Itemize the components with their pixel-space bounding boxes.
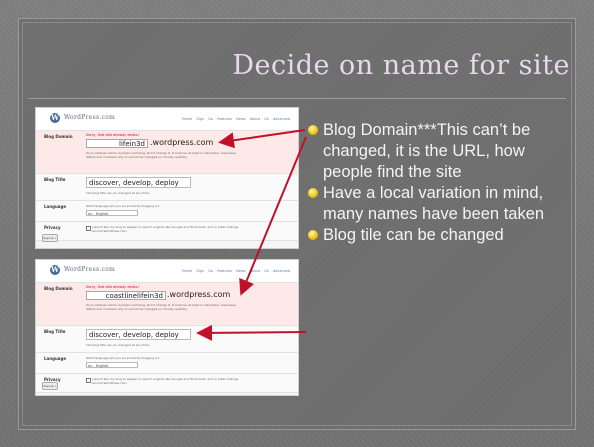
language-label: Language: [44, 204, 67, 209]
blog-title-input[interactable]: discover, develop, deploy: [86, 329, 191, 340]
blog-domain-label: Blog Domain: [44, 134, 73, 139]
privacy-help-text: I would like my blog to appear in search…: [92, 225, 239, 233]
title-divider: [28, 98, 566, 99]
language-select[interactable]: en - English: [86, 210, 138, 216]
signup-screenshot-1: W WordPress.com Home Sign Up Features Ne…: [36, 108, 298, 248]
bullet-dot-icon: [308, 188, 318, 198]
wordpress-logo-icon: W: [50, 113, 60, 123]
wp-header: W WordPress.com Home Sign Up Features Ne…: [36, 260, 298, 283]
blog-title-label: Blog Title: [44, 177, 66, 182]
privacy-checkbox[interactable]: [86, 378, 91, 383]
language-row: Language What language will you be prima…: [36, 201, 298, 222]
domain-help-text: Once address will be domains and blog. D…: [86, 303, 236, 311]
privacy-help-text: I would like my blog to appear in search…: [92, 377, 239, 385]
wp-nav[interactable]: Home Sign Up Features News About Us Adva…: [182, 117, 290, 121]
wp-logo-text: WordPress.com: [64, 114, 116, 121]
bullet-text: Blog Domain***This can’t be changed, it …: [323, 121, 531, 181]
blog-domain-row: Blog Domain Sorry, that site already exi…: [36, 283, 298, 326]
signup-button[interactable]: Signup »: [42, 234, 58, 242]
domain-input[interactable]: lifein3d: [86, 139, 148, 148]
title-help-text: The blog title can be changed at any tim…: [86, 191, 150, 195]
blog-title-row: Blog Title discover, develop, deploy The…: [36, 326, 298, 353]
blog-domain-row: Blog Domain Sorry, that site already exi…: [36, 131, 298, 174]
bullet-list: Blog Domain***This can’t be changed, it …: [307, 120, 569, 246]
domain-suffix: .wordpress.com: [150, 138, 214, 147]
language-help-text: What language will you be primarily blog…: [86, 204, 160, 208]
bullet-dot-icon: [308, 230, 318, 240]
language-row: Language What language will you be prima…: [36, 353, 298, 374]
domain-help-text: Once address will be domains and blog. D…: [86, 151, 236, 159]
blog-title-input[interactable]: discover, develop, deploy: [86, 177, 191, 188]
blog-domain-label: Blog Domain: [44, 286, 73, 291]
language-label: Language: [44, 356, 67, 361]
domain-input[interactable]: coastlinelifein3d: [86, 291, 166, 300]
privacy-label: Privacy: [44, 225, 61, 230]
bullet-text: Blog tile can be changed: [323, 226, 504, 244]
bullet-text: Have a local variation in mind, many nam…: [323, 184, 545, 223]
bullet-dot-icon: [308, 125, 318, 135]
privacy-row: Privacy I would like my blog to appear i…: [36, 222, 298, 241]
privacy-checkbox[interactable]: [86, 226, 91, 231]
bullet-item: Blog tile can be changed: [307, 225, 569, 246]
signup-screenshot-2: W WordPress.com Home Sign Up Features Ne…: [36, 260, 298, 395]
wp-logo-text: WordPress.com: [64, 266, 116, 273]
privacy-row: Privacy I would like my blog to appear i…: [36, 374, 298, 393]
domain-suffix: .wordpress.com: [167, 290, 231, 299]
signup-button[interactable]: Signup »: [42, 382, 58, 390]
domain-error-text: Sorry, that site already exists!: [86, 133, 139, 137]
wp-nav[interactable]: Home Sign Up Features News About Us Adva…: [182, 269, 290, 273]
title-help-text: The blog title can be changed at any tim…: [86, 343, 150, 347]
blog-title-label: Blog Title: [44, 329, 66, 334]
wordpress-logo-icon: W: [50, 265, 60, 275]
language-select[interactable]: en - English: [86, 362, 138, 368]
blog-title-row: Blog Title discover, develop, deploy The…: [36, 174, 298, 201]
slide-title: Decide on name for site: [232, 50, 570, 81]
wp-header: W WordPress.com Home Sign Up Features Ne…: [36, 108, 298, 131]
bullet-item: Blog Domain***This can’t be changed, it …: [307, 120, 569, 183]
domain-error-text: Sorry, that site already exists!: [86, 285, 139, 289]
language-help-text: What language will you be primarily blog…: [86, 356, 160, 360]
bullet-item: Have a local variation in mind, many nam…: [307, 183, 569, 225]
